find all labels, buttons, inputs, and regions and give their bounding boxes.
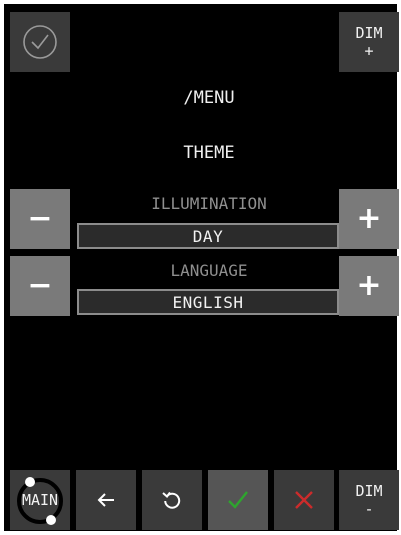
cancel-button[interactable] bbox=[274, 470, 334, 530]
illumination-increment-button[interactable]: + bbox=[339, 189, 399, 249]
arrow-left-icon bbox=[97, 493, 114, 507]
dim-plus-sub: + bbox=[364, 42, 374, 60]
section-title: THEME bbox=[183, 143, 235, 163]
check-icon bbox=[228, 491, 248, 509]
refresh-icon bbox=[162, 491, 181, 509]
language-value: ENGLISH bbox=[77, 289, 339, 315]
language-increment-button[interactable]: + bbox=[339, 256, 399, 316]
illumination-value: DAY bbox=[77, 223, 339, 249]
back-button[interactable] bbox=[76, 470, 136, 530]
illumination-decrement-button[interactable]: − bbox=[10, 189, 70, 249]
main-label: MAIN bbox=[21, 491, 59, 509]
language-decrement-button[interactable]: − bbox=[10, 256, 70, 316]
dim-minus-button[interactable]: DIM - bbox=[339, 470, 399, 530]
illumination-label: ILLUMINATION bbox=[151, 194, 267, 213]
dim-minus-title: DIM bbox=[355, 482, 383, 500]
reset-button[interactable] bbox=[142, 470, 202, 530]
plus-icon: + bbox=[356, 268, 382, 303]
minus-icon: − bbox=[27, 268, 53, 303]
dim-minus-sub: - bbox=[364, 500, 374, 518]
menu-path-title: /MENU bbox=[183, 88, 235, 108]
main-button[interactable]: MAIN bbox=[10, 470, 70, 530]
language-label: LANGUAGE bbox=[170, 261, 248, 280]
plus-icon: + bbox=[356, 201, 382, 236]
dim-plus-button[interactable]: DIM + bbox=[339, 12, 399, 72]
confirm-circle-button[interactable] bbox=[10, 12, 70, 72]
x-icon bbox=[295, 491, 313, 509]
accept-button[interactable] bbox=[208, 470, 268, 530]
screen: DIM + /MENU THEME − ILLUMINATION DAY + −… bbox=[0, 0, 401, 535]
check-circle-icon bbox=[23, 25, 57, 59]
menu-panel: DIM + /MENU THEME − ILLUMINATION DAY + −… bbox=[4, 4, 399, 531]
dim-plus-title: DIM bbox=[355, 24, 383, 42]
minus-icon: − bbox=[27, 201, 53, 236]
